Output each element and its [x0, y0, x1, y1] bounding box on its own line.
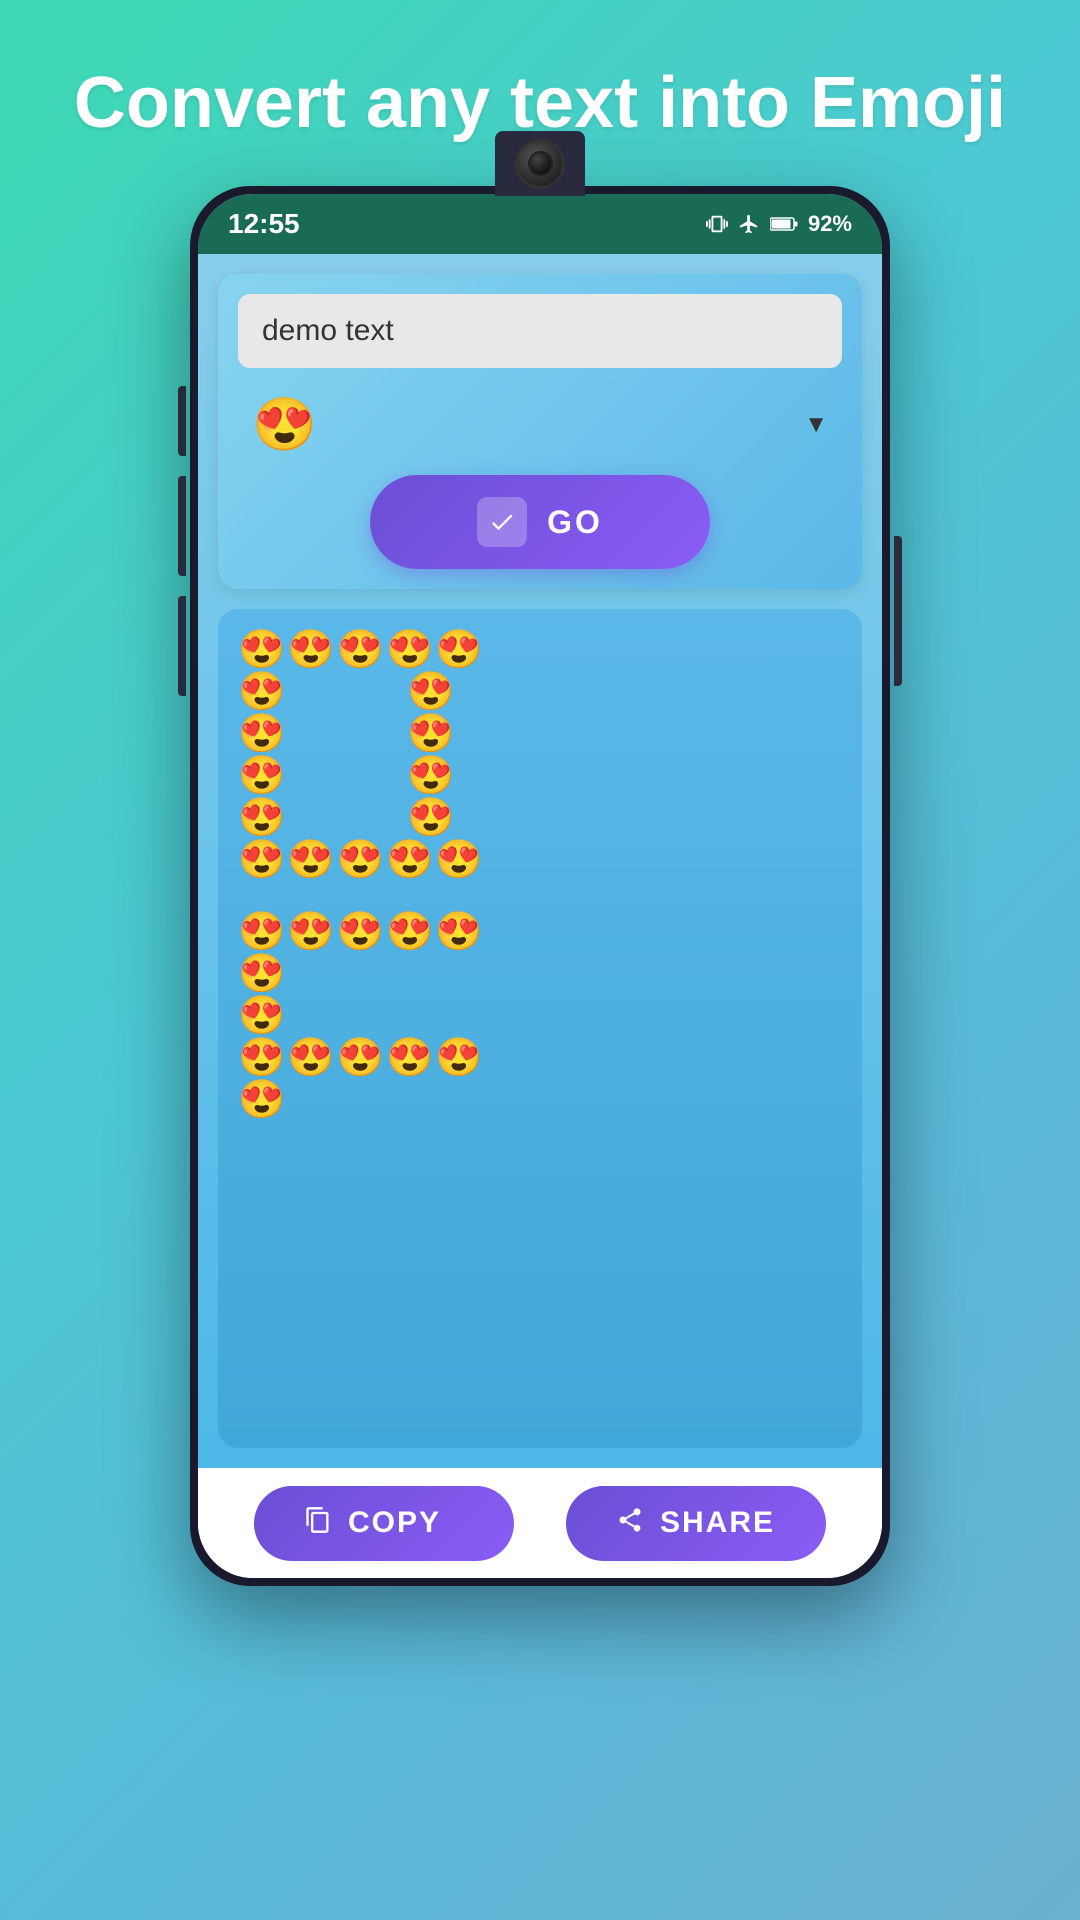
emoji-cell: 😍	[238, 631, 285, 669]
share-button[interactable]: SHARE	[566, 1486, 826, 1561]
emoji-cell: 😍	[287, 913, 334, 951]
emoji-cell: 😍	[337, 631, 384, 669]
emoji-row-5: 😍 😍	[238, 799, 842, 837]
dropdown-arrow-icon[interactable]: ▼	[804, 411, 828, 439]
emoji-cell: 😍	[407, 673, 454, 711]
emoji-row-e2: 😍	[238, 955, 842, 993]
selected-emoji: 😍	[252, 394, 317, 455]
phone-side-button-3	[178, 596, 186, 696]
copy-icon	[304, 1506, 332, 1541]
bottom-bar: COPY SHARE	[198, 1468, 882, 1578]
emoji-cell: 😍	[407, 799, 454, 837]
copy-svg-icon	[304, 1506, 332, 1534]
copy-button[interactable]: COPY	[254, 1486, 514, 1561]
emoji-cell: 😍	[238, 799, 285, 837]
text-input[interactable]	[238, 294, 842, 368]
emoji-cell: 😍	[238, 1081, 285, 1119]
emoji-selector[interactable]: 😍 ▼	[238, 384, 842, 465]
emoji-cell: 😍	[435, 841, 482, 879]
emoji-output-area: 😍 😍 😍 😍 😍 😍 😍 😍	[218, 609, 862, 1448]
emoji-row-e4: 😍 😍 😍 😍 😍	[238, 1039, 842, 1077]
camera-lens-inner	[528, 151, 553, 176]
battery-icon	[770, 213, 798, 235]
emoji-cell: 😍	[238, 673, 285, 711]
emoji-cell: 😍	[238, 1039, 285, 1077]
status-icons: 92%	[706, 211, 852, 237]
emoji-cell: 😍	[337, 913, 384, 951]
emoji-cell: 😍	[238, 757, 285, 795]
status-bar: 12:55 92%	[198, 194, 882, 254]
emoji-cell: 😍	[287, 1039, 334, 1077]
copy-button-label: COPY	[348, 1506, 441, 1540]
emoji-cell: 😍	[386, 631, 433, 669]
emoji-cell: 😍	[435, 913, 482, 951]
go-button-check-icon	[477, 497, 527, 547]
status-time: 12:55	[228, 208, 300, 240]
emoji-cell: 😍	[337, 841, 384, 879]
emoji-cell: 😍	[238, 715, 285, 753]
go-button[interactable]: GO	[370, 475, 710, 569]
emoji-cell: 😍	[238, 955, 285, 993]
emoji-row-4: 😍 😍	[238, 757, 842, 795]
emoji-cell: 😍	[287, 841, 334, 879]
emoji-cell: 😍	[435, 1039, 482, 1077]
go-button-label: GO	[547, 504, 603, 541]
app-content: 😍 ▼ GO 😍	[198, 254, 882, 1468]
emoji-cell: 😍	[435, 631, 482, 669]
emoji-text-display: 😍 😍 😍 😍 😍 😍 😍 😍	[238, 629, 842, 1121]
emoji-cell: 😍	[238, 997, 285, 1035]
emoji-cell: 😍	[238, 841, 285, 879]
emoji-row-2: 😍 😍	[238, 673, 842, 711]
emoji-cell: 😍	[386, 913, 433, 951]
phone-screen: 12:55 92%	[198, 194, 882, 1578]
share-svg-icon	[616, 1506, 644, 1534]
phone-frame: 12:55 92%	[190, 186, 890, 1586]
emoji-cell: 😍	[407, 757, 454, 795]
emoji-cell: 😍	[287, 631, 334, 669]
battery-percent: 92%	[808, 211, 852, 237]
emoji-row-3: 😍 😍	[238, 715, 842, 753]
emoji-row-1: 😍 😍 😍 😍 😍	[238, 631, 842, 669]
emoji-row-6: 😍 😍 😍 😍 😍	[238, 841, 842, 879]
share-button-label: SHARE	[660, 1506, 775, 1540]
emoji-row-e1: 😍 😍 😍 😍 😍	[238, 913, 842, 951]
input-card: 😍 ▼ GO	[218, 274, 862, 589]
emoji-cell: 😍	[386, 841, 433, 879]
emoji-cell: 😍	[238, 913, 285, 951]
emoji-cell: 😍	[386, 1039, 433, 1077]
phone-side-button-2	[178, 476, 186, 576]
share-icon	[616, 1506, 644, 1541]
checkmark-icon	[488, 508, 516, 536]
emoji-cell: 😍	[337, 1039, 384, 1077]
emoji-cell: 😍	[407, 715, 454, 753]
camera-bump	[495, 131, 585, 196]
phone-side-button-1	[178, 386, 186, 456]
emoji-row-e5: 😍	[238, 1081, 842, 1119]
airplane-icon	[738, 213, 760, 235]
camera-lens	[515, 139, 565, 189]
phone-side-button-right	[894, 536, 902, 686]
vibrate-icon	[706, 213, 728, 235]
emoji-row-e3: 😍	[238, 997, 842, 1035]
